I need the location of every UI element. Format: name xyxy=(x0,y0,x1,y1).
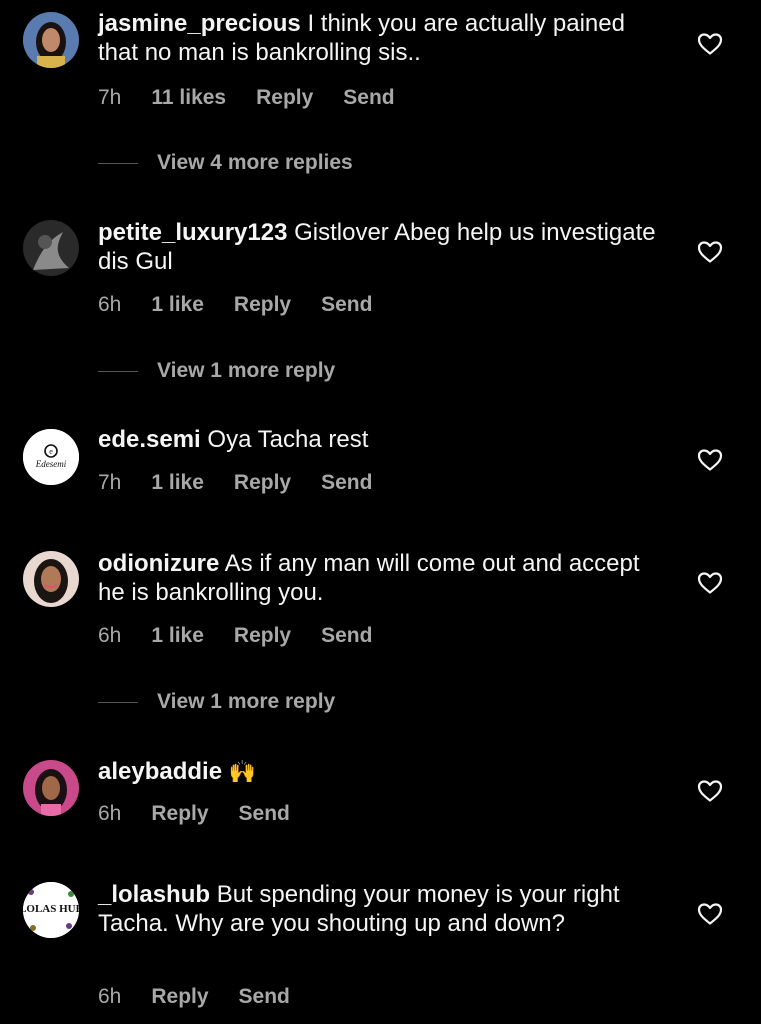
avatar[interactable] xyxy=(23,760,79,816)
comment-username[interactable]: jasmine_precious xyxy=(98,10,301,37)
avatar-logo-text: LOLAS HUB xyxy=(23,903,79,915)
comment-username[interactable]: _lolashub xyxy=(98,881,210,908)
comment-username[interactable]: ede.semi xyxy=(98,426,201,453)
send-button[interactable]: Send xyxy=(239,985,290,1009)
comment-meta: 6h 1 like Reply Send xyxy=(98,624,372,648)
reply-button[interactable]: Reply xyxy=(256,86,313,110)
heart-icon[interactable] xyxy=(697,571,723,595)
avatar[interactable]: LOLAS HUB xyxy=(23,882,79,938)
divider-line xyxy=(98,162,138,164)
comment-meta: 7h 11 likes Reply Send xyxy=(98,86,395,110)
comment-body: petite_luxury123 Gistlover Abeg help us … xyxy=(98,218,658,276)
heart-icon[interactable] xyxy=(697,902,723,926)
reply-button[interactable]: Reply xyxy=(151,985,208,1009)
send-button[interactable]: Send xyxy=(321,471,372,495)
avatar[interactable] xyxy=(23,12,79,68)
comment-time: 6h xyxy=(98,802,122,825)
comment-likes[interactable]: 1 like xyxy=(151,624,204,648)
heart-icon[interactable] xyxy=(697,448,723,472)
comment-body: aleybaddie 🙌 xyxy=(98,757,658,786)
comment-username[interactable]: petite_luxury123 xyxy=(98,219,287,246)
comment-body: odionizure As if any man will come out a… xyxy=(98,549,658,607)
comment-likes[interactable]: 11 likes xyxy=(151,86,226,110)
reply-button[interactable]: Reply xyxy=(234,293,291,317)
send-button[interactable]: Send xyxy=(321,624,372,648)
heart-icon[interactable] xyxy=(697,240,723,264)
heart-icon[interactable] xyxy=(697,32,723,56)
comment-meta: 7h 1 like Reply Send xyxy=(98,471,372,495)
divider-line xyxy=(98,370,138,372)
send-button[interactable]: Send xyxy=(321,293,372,317)
comment-body: jasmine_precious I think you are actuall… xyxy=(98,9,658,67)
comment-time: 6h xyxy=(98,985,122,1008)
send-button[interactable]: Send xyxy=(239,802,290,826)
heart-icon[interactable] xyxy=(697,779,723,803)
svg-text:e: e xyxy=(49,447,53,456)
comment-meta: 6h 1 like Reply Send xyxy=(98,293,372,317)
view-more-label[interactable]: View 4 more replies xyxy=(157,151,353,175)
comment-text: Oya Tacha rest xyxy=(207,426,369,453)
comment-time: 6h xyxy=(98,624,122,647)
comment-meta: 6h Reply Send xyxy=(98,802,290,826)
comment-meta: 6h Reply Send xyxy=(98,985,290,1009)
view-more-replies[interactable]: View 4 more replies xyxy=(98,151,353,175)
reply-button[interactable]: Reply xyxy=(234,624,291,648)
view-more-replies[interactable]: View 1 more reply xyxy=(98,690,335,714)
comment-likes[interactable]: 1 like xyxy=(151,293,204,317)
comment-time: 7h xyxy=(98,86,122,109)
view-more-replies[interactable]: View 1 more reply xyxy=(98,359,335,383)
avatar-logo-text: Edesemi xyxy=(35,459,67,469)
avatar[interactable] xyxy=(23,220,79,276)
reply-button[interactable]: Reply xyxy=(151,802,208,826)
comment-username[interactable]: aleybaddie xyxy=(98,758,222,785)
comment-likes[interactable]: 1 like xyxy=(151,471,204,495)
avatar[interactable]: e Edesemi xyxy=(23,429,79,485)
comment-text: 🙌 xyxy=(228,759,257,784)
avatar[interactable] xyxy=(23,551,79,607)
view-more-label[interactable]: View 1 more reply xyxy=(157,359,335,383)
comment-username[interactable]: odionizure xyxy=(98,550,219,577)
comment-body: ede.semi Oya Tacha rest xyxy=(98,425,658,454)
reply-button[interactable]: Reply xyxy=(234,471,291,495)
divider-line xyxy=(98,701,138,703)
comment-body: _lolashub But spending your money is you… xyxy=(98,880,658,938)
send-button[interactable]: Send xyxy=(343,86,394,110)
comment-time: 7h xyxy=(98,471,122,494)
view-more-label[interactable]: View 1 more reply xyxy=(157,690,335,714)
comment-time: 6h xyxy=(98,293,122,316)
